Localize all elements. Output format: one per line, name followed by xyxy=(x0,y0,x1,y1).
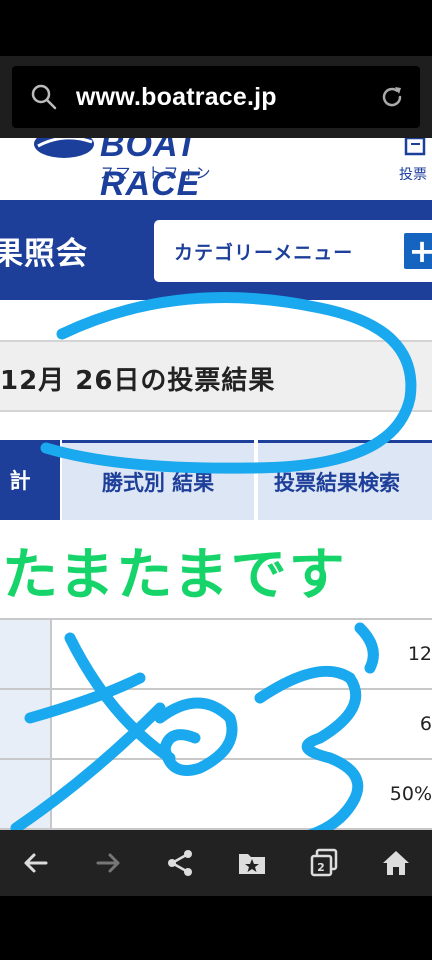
table-row: 12 xyxy=(0,620,432,690)
url-text: www.boatrace.jp xyxy=(76,82,277,111)
table-row: 50% xyxy=(0,760,432,830)
overlay-caption: たまたまです xyxy=(2,543,347,608)
home-button[interactable] xyxy=(369,836,423,890)
back-arrow-icon xyxy=(24,853,48,873)
address-bar[interactable]: www.boatrace.jp xyxy=(12,66,420,128)
home-icon xyxy=(383,851,409,875)
tab-result-search[interactable]: 投票結果検索 xyxy=(258,440,432,520)
table-row: 6 xyxy=(0,690,432,760)
back-button[interactable] xyxy=(9,836,63,890)
status-bar xyxy=(0,0,432,56)
table-value: 50% xyxy=(389,783,432,805)
page-header: 果照会 カテゴリーメニュー + xyxy=(0,200,432,300)
result-tabs: 計 勝式別 結果 投票結果検索 xyxy=(0,440,432,520)
tabs-button[interactable]: 2 xyxy=(297,836,351,890)
category-menu-label: カテゴリーメニュー xyxy=(174,241,354,264)
page-title: 果照会 xyxy=(0,236,88,272)
vote-icon[interactable] xyxy=(402,138,432,158)
search-icon xyxy=(12,83,76,111)
bookmark-folder-icon xyxy=(239,854,265,874)
result-table: 12 6 50% xyxy=(0,618,432,830)
vote-link[interactable]: 投票 xyxy=(399,164,427,184)
share-button[interactable] xyxy=(153,836,207,890)
table-header-cell xyxy=(0,690,52,758)
browser-bottom-bar: 2 xyxy=(0,830,432,896)
table-header-cell xyxy=(0,620,52,688)
plus-icon: + xyxy=(404,233,432,269)
reload-icon[interactable] xyxy=(364,84,420,110)
logo-mark-icon xyxy=(34,138,94,158)
table-header-cell xyxy=(0,760,52,828)
date-heading: 12月 26日の投票結果 xyxy=(0,366,276,396)
category-menu-button[interactable]: カテゴリーメニュー + xyxy=(154,220,432,282)
share-icon xyxy=(168,850,192,876)
site-subtitle: スマートフォン xyxy=(100,164,212,182)
web-content: BOAT RACE スマートフォン 投票 果照会 カテゴリーメニュー + 12月… xyxy=(0,138,432,830)
tab-count: 2 xyxy=(317,860,325,874)
site-logo[interactable]: BOAT RACE xyxy=(30,138,290,203)
forward-button[interactable] xyxy=(81,836,135,890)
table-value: 6 xyxy=(419,713,432,735)
tab-summary[interactable]: 計 xyxy=(0,440,60,520)
date-heading-box: 12月 26日の投票結果 xyxy=(0,340,432,412)
bottom-spacer xyxy=(0,896,432,960)
bookmarks-button[interactable] xyxy=(225,836,279,890)
forward-arrow-icon xyxy=(96,853,120,873)
browser-toolbar: www.boatrace.jp xyxy=(0,56,432,138)
table-value: 12 xyxy=(407,643,432,665)
tab-bet-type-results[interactable]: 勝式別 結果 xyxy=(62,440,254,520)
